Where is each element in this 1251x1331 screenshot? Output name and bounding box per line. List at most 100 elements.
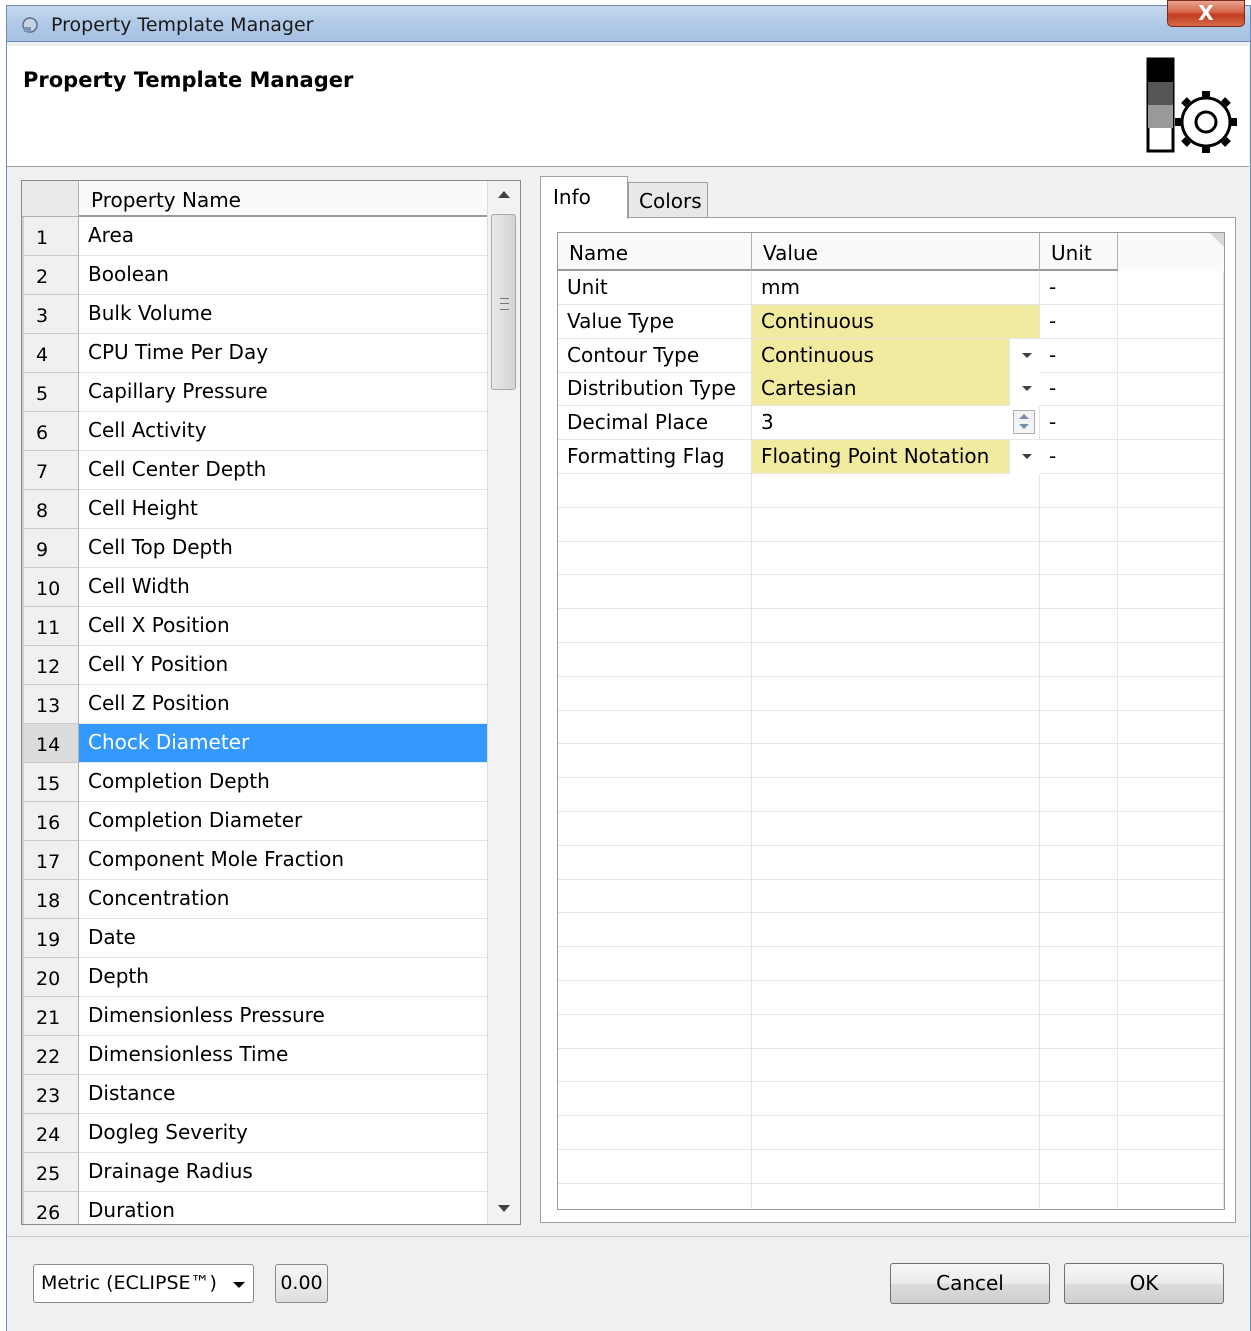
row-number[interactable]: 23 — [22, 1075, 79, 1114]
table-row[interactable]: 5 Capillary Pressure — [22, 373, 487, 412]
decimal-spinner[interactable] — [1013, 410, 1035, 435]
row-number[interactable]: 2 — [22, 256, 79, 295]
row-number[interactable]: 22 — [22, 1036, 79, 1075]
table-row[interactable]: 8 Cell Height — [22, 490, 487, 529]
table-row[interactable]: 24 Dogleg Severity — [22, 1114, 487, 1153]
ok-button[interactable]: OK — [1064, 1263, 1224, 1304]
table-row[interactable]: 2 Boolean — [22, 256, 487, 295]
table-row[interactable]: 20 Depth — [22, 958, 487, 997]
row-number[interactable]: 10 — [22, 568, 79, 607]
row-number[interactable]: 25 — [22, 1153, 79, 1192]
row-number[interactable]: 17 — [22, 841, 79, 880]
value-format-button[interactable]: 0.00 — [275, 1264, 328, 1303]
table-row[interactable]: 19 Date — [22, 919, 487, 958]
close-button[interactable]: X — [1167, 0, 1245, 27]
table-row[interactable]: 14 Chock Diameter — [22, 724, 487, 763]
column-header-name[interactable]: Name — [558, 233, 752, 271]
row-number[interactable]: 24 — [22, 1114, 79, 1153]
grid-row[interactable]: Unit mm - — [558, 271, 1224, 305]
property-name-cell[interactable]: Cell Top Depth — [79, 529, 487, 568]
table-row[interactable]: 11 Cell X Position — [22, 607, 487, 646]
property-name-cell[interactable]: Cell Y Position — [79, 646, 487, 685]
row-number[interactable]: 3 — [22, 295, 79, 334]
property-name-cell[interactable]: Capillary Pressure — [79, 373, 487, 412]
table-row[interactable]: 26 Duration — [22, 1192, 487, 1224]
value-cell[interactable]: Cartesian — [752, 372, 1010, 407]
table-row[interactable]: 23 Distance — [22, 1075, 487, 1114]
property-name-cell[interactable]: Component Mole Fraction — [79, 841, 487, 880]
table-row[interactable]: 3 Bulk Volume — [22, 295, 487, 334]
table-row[interactable]: 16 Completion Diameter — [22, 802, 487, 841]
property-name-cell[interactable]: Cell Activity — [79, 412, 487, 451]
table-row[interactable]: 13 Cell Z Position — [22, 685, 487, 724]
dropdown-arrow-icon[interactable] — [1022, 453, 1032, 459]
table-row[interactable]: 6 Cell Activity — [22, 412, 487, 451]
row-number[interactable]: 21 — [22, 997, 79, 1036]
unit-system-select[interactable]: Metric (ECLIPSE™) — [33, 1264, 254, 1303]
table-row[interactable]: 22 Dimensionless Time — [22, 1036, 487, 1075]
table-row[interactable]: 9 Cell Top Depth — [22, 529, 487, 568]
property-name-cell[interactable]: Depth — [79, 958, 487, 997]
table-row[interactable]: 4 CPU Time Per Day — [22, 334, 487, 373]
cancel-button[interactable]: Cancel — [890, 1263, 1050, 1304]
value-cell[interactable]: 3 — [752, 406, 1040, 441]
column-header-unit[interactable]: Unit — [1040, 233, 1118, 271]
table-row[interactable]: 21 Dimensionless Pressure — [22, 997, 487, 1036]
property-name-cell[interactable]: Dogleg Severity — [79, 1114, 487, 1153]
tab-colors[interactable]: Colors — [628, 182, 708, 218]
row-number[interactable]: 16 — [22, 802, 79, 841]
property-name-cell[interactable]: Distance — [79, 1075, 487, 1114]
row-number[interactable]: 26 — [22, 1192, 79, 1224]
row-number[interactable]: 13 — [22, 685, 79, 724]
grid-row[interactable]: Decimal Place 3 - — [558, 406, 1224, 441]
property-name-cell[interactable]: Area — [79, 217, 487, 256]
grid-row[interactable]: Distribution Type Cartesian - — [558, 372, 1224, 407]
row-number[interactable]: 15 — [22, 763, 79, 802]
property-name-cell[interactable]: Chock Diameter — [79, 724, 487, 763]
grid-row[interactable]: Contour Type Continuous - — [558, 338, 1224, 373]
row-number[interactable]: 19 — [22, 919, 79, 958]
table-row[interactable]: 7 Cell Center Depth — [22, 451, 487, 490]
property-name-cell[interactable]: Drainage Radius — [79, 1153, 487, 1192]
row-number[interactable]: 11 — [22, 607, 79, 646]
property-name-cell[interactable]: Cell Width — [79, 568, 487, 607]
property-name-cell[interactable]: Cell Center Depth — [79, 451, 487, 490]
property-name-cell[interactable]: Concentration — [79, 880, 487, 919]
table-row[interactable]: 12 Cell Y Position — [22, 646, 487, 685]
row-number[interactable]: 20 — [22, 958, 79, 997]
property-name-cell[interactable]: CPU Time Per Day — [79, 334, 487, 373]
property-name-cell[interactable]: Completion Depth — [79, 763, 487, 802]
row-number[interactable]: 12 — [22, 646, 79, 685]
row-number[interactable]: 6 — [22, 412, 79, 451]
property-name-cell[interactable]: Cell Z Position — [79, 685, 487, 724]
table-row[interactable]: 15 Completion Depth — [22, 763, 487, 802]
property-name-cell[interactable]: Date — [79, 919, 487, 958]
property-name-cell[interactable]: Cell Height — [79, 490, 487, 529]
grid-row[interactable]: Value Type Continuous - — [558, 304, 1224, 339]
property-name-cell[interactable]: Duration — [79, 1192, 487, 1224]
scroll-up-icon[interactable] — [498, 191, 510, 198]
dropdown-arrow-icon[interactable] — [1022, 386, 1032, 392]
property-name-cell[interactable]: Cell X Position — [79, 607, 487, 646]
row-number[interactable]: 14 — [22, 724, 79, 763]
property-name-cell[interactable]: Bulk Volume — [79, 295, 487, 334]
spin-down-icon[interactable] — [1019, 424, 1029, 430]
table-row[interactable]: 1 Area — [22, 217, 487, 256]
row-number[interactable]: 5 — [22, 373, 79, 412]
dropdown-arrow-icon[interactable] — [1022, 352, 1032, 358]
value-cell[interactable]: Continuous — [752, 338, 1010, 373]
property-name-cell[interactable]: Dimensionless Time — [79, 1036, 487, 1075]
row-number[interactable]: 7 — [22, 451, 79, 490]
grid-row[interactable]: Formatting Flag Floating Point Notation - — [558, 439, 1224, 474]
row-number[interactable]: 8 — [22, 490, 79, 529]
vertical-scrollbar[interactable] — [487, 181, 520, 1224]
spin-up-icon[interactable] — [1019, 414, 1029, 420]
tab-info[interactable]: Info — [540, 176, 628, 219]
row-number[interactable]: 4 — [22, 334, 79, 373]
value-cell[interactable]: Continuous — [752, 304, 1040, 339]
row-number[interactable]: 18 — [22, 880, 79, 919]
property-name-cell[interactable]: Boolean — [79, 256, 487, 295]
table-row[interactable]: 10 Cell Width — [22, 568, 487, 607]
property-name-cell[interactable]: Dimensionless Pressure — [79, 997, 487, 1036]
value-cell[interactable]: Floating Point Notation — [752, 439, 1010, 474]
